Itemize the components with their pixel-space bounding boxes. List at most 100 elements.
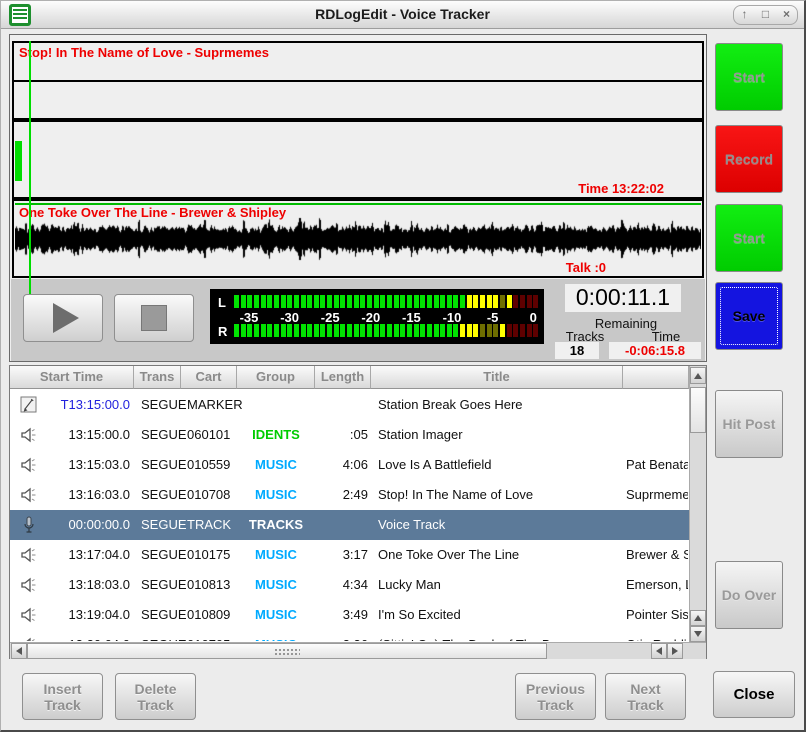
cell-cart: TRACK <box>187 517 231 532</box>
vu-segment <box>301 324 306 337</box>
vu-segment <box>347 295 352 308</box>
vu-segment <box>287 324 292 337</box>
cell-trans: SEGUE <box>141 577 187 592</box>
cell-group: MUSIC <box>237 637 315 641</box>
vu-segment <box>354 324 359 337</box>
scroll-right-button[interactable] <box>667 643 683 659</box>
horizontal-scrollbar[interactable] <box>10 642 706 659</box>
vu-segment <box>434 295 439 308</box>
previous-track-button[interactable]: Previous Track <box>515 673 596 720</box>
delete-track-button[interactable]: Delete Track <box>115 673 196 720</box>
vu-segment <box>507 324 512 337</box>
save-button[interactable]: Save <box>715 282 783 350</box>
hit-post-button[interactable]: Hit Post <box>715 390 783 458</box>
vu-tick-label: 0 <box>530 310 537 325</box>
scroll-left2-button[interactable] <box>651 643 667 659</box>
log-row-4[interactable]: 13:16:03.0SEGUE010708MUSIC2:49Stop! In T… <box>10 480 689 510</box>
cell-length: :05 <box>317 427 368 442</box>
column-header-length[interactable]: Length <box>315 366 371 389</box>
cell-trans: SEGUE <box>141 547 187 562</box>
vu-segment <box>527 295 532 308</box>
log-row-2[interactable]: 13:15:00.0SEGUE060101IDENTS:05Station Im… <box>10 420 689 450</box>
vu-segment <box>387 295 392 308</box>
column-header-trans[interactable]: Trans <box>134 366 181 389</box>
scroll-up-button[interactable] <box>690 367 706 384</box>
vu-segment <box>533 295 538 308</box>
cell-trans: SEGUE <box>141 487 187 502</box>
column-header-blank[interactable] <box>623 366 689 389</box>
vu-segment <box>440 324 445 337</box>
do-over-button[interactable]: Do Over <box>715 561 783 629</box>
vu-segment <box>440 295 445 308</box>
vu-segment <box>520 324 525 337</box>
log-row-5[interactable]: 00:00:00.0SEGUETRACKTRACKSVoice Track <box>10 510 689 540</box>
cell-artist: Pointer Sisters <box>626 607 688 622</box>
shade-window-icon[interactable]: ↑ <box>734 6 755 24</box>
scroll-down-button[interactable] <box>690 626 706 642</box>
vu-segment <box>307 295 312 308</box>
remaining-time-value: -0:06:15.8 <box>609 342 701 359</box>
cell-length: 2:49 <box>317 487 368 502</box>
vu-segment <box>493 324 498 337</box>
play-button[interactable] <box>23 294 103 342</box>
vu-tick-label: -35 <box>240 310 259 325</box>
column-header-group[interactable]: Group <box>237 366 315 389</box>
insert-track-button[interactable]: Insert Track <box>22 673 103 720</box>
vu-segment <box>261 295 266 308</box>
vertical-scrollbar[interactable] <box>689 366 706 642</box>
vu-segment <box>427 295 432 308</box>
log-row-8[interactable]: 13:19:04.0SEGUE010809MUSIC3:49I'm So Exc… <box>10 600 689 630</box>
vu-segment <box>234 324 239 337</box>
vu-segment <box>267 295 272 308</box>
column-header-title[interactable]: Title <box>371 366 623 389</box>
log-row-1[interactable]: T13:15:00.0SEGUEMARKERStation Break Goes… <box>10 390 689 420</box>
scroll-left-button[interactable] <box>11 643 27 659</box>
arrow-up-icon <box>694 373 702 379</box>
insert-track-label-1: Insert <box>43 681 81 697</box>
log-row-7[interactable]: 13:18:03.0SEGUE010813MUSIC4:34Lucky ManE… <box>10 570 689 600</box>
vu-segment <box>274 324 279 337</box>
vu-tick-label: -5 <box>487 310 499 325</box>
log-table: Start TimeTransCartGroupLengthTitle T13:… <box>9 365 707 659</box>
cell-artist: Emerson, Lake & Palmer <box>626 577 688 592</box>
vu-segment <box>340 324 345 337</box>
previous-track-label-1: Previous <box>526 681 585 697</box>
record-button[interactable]: Record <box>715 125 783 193</box>
horizontal-scroll-thumb[interactable] <box>27 643 547 659</box>
vu-segment <box>267 324 272 337</box>
vu-segment <box>480 324 485 337</box>
maximize-window-icon[interactable]: □ <box>755 6 776 24</box>
record-marker <box>15 141 22 181</box>
vu-segment <box>387 324 392 337</box>
vu-segment <box>467 295 472 308</box>
close-window-icon[interactable]: × <box>776 6 797 24</box>
stop-button[interactable] <box>114 294 194 342</box>
delete-track-label-1: Delete <box>134 681 176 697</box>
start-track1-button[interactable]: Start <box>715 43 783 111</box>
vu-tick-label: -25 <box>321 310 340 325</box>
track1-display: Stop! In The Name of Love - Suprmemes <box>12 41 704 120</box>
play-icon <box>53 303 79 333</box>
cell-cart: 010559 <box>187 457 230 472</box>
log-row-3[interactable]: 13:15:03.0SEGUE010559MUSIC4:06Love Is A … <box>10 450 689 480</box>
vu-segment <box>460 295 465 308</box>
vu-segment <box>420 324 425 337</box>
vertical-scroll-thumb[interactable] <box>690 387 706 433</box>
vu-right-label: R <box>218 324 227 339</box>
vu-segment <box>473 295 478 308</box>
log-row-6[interactable]: 13:17:04.0SEGUE010175MUSIC3:17One Toke O… <box>10 540 689 570</box>
scroll-up2-button[interactable] <box>690 610 706 626</box>
vu-segment <box>334 295 339 308</box>
previous-track-label-2: Track <box>537 697 574 713</box>
cell-trans: SEGUE <box>141 637 187 641</box>
column-header-start-time[interactable]: Start Time <box>10 366 134 389</box>
arrow-right-icon <box>672 647 678 655</box>
vu-segment <box>254 324 259 337</box>
cell-title: Voice Track <box>378 517 445 532</box>
log-row-9[interactable]: 13:20:04.0SEGUE010705MUSIC3:36(Sittin' O… <box>10 630 689 641</box>
start-track2-button[interactable]: Start <box>715 204 783 272</box>
next-track-button[interactable]: Next Track <box>605 673 686 720</box>
column-header-cart[interactable]: Cart <box>181 366 237 389</box>
cell-title: Station Break Goes Here <box>378 397 523 412</box>
close-button[interactable]: Close <box>713 671 795 718</box>
